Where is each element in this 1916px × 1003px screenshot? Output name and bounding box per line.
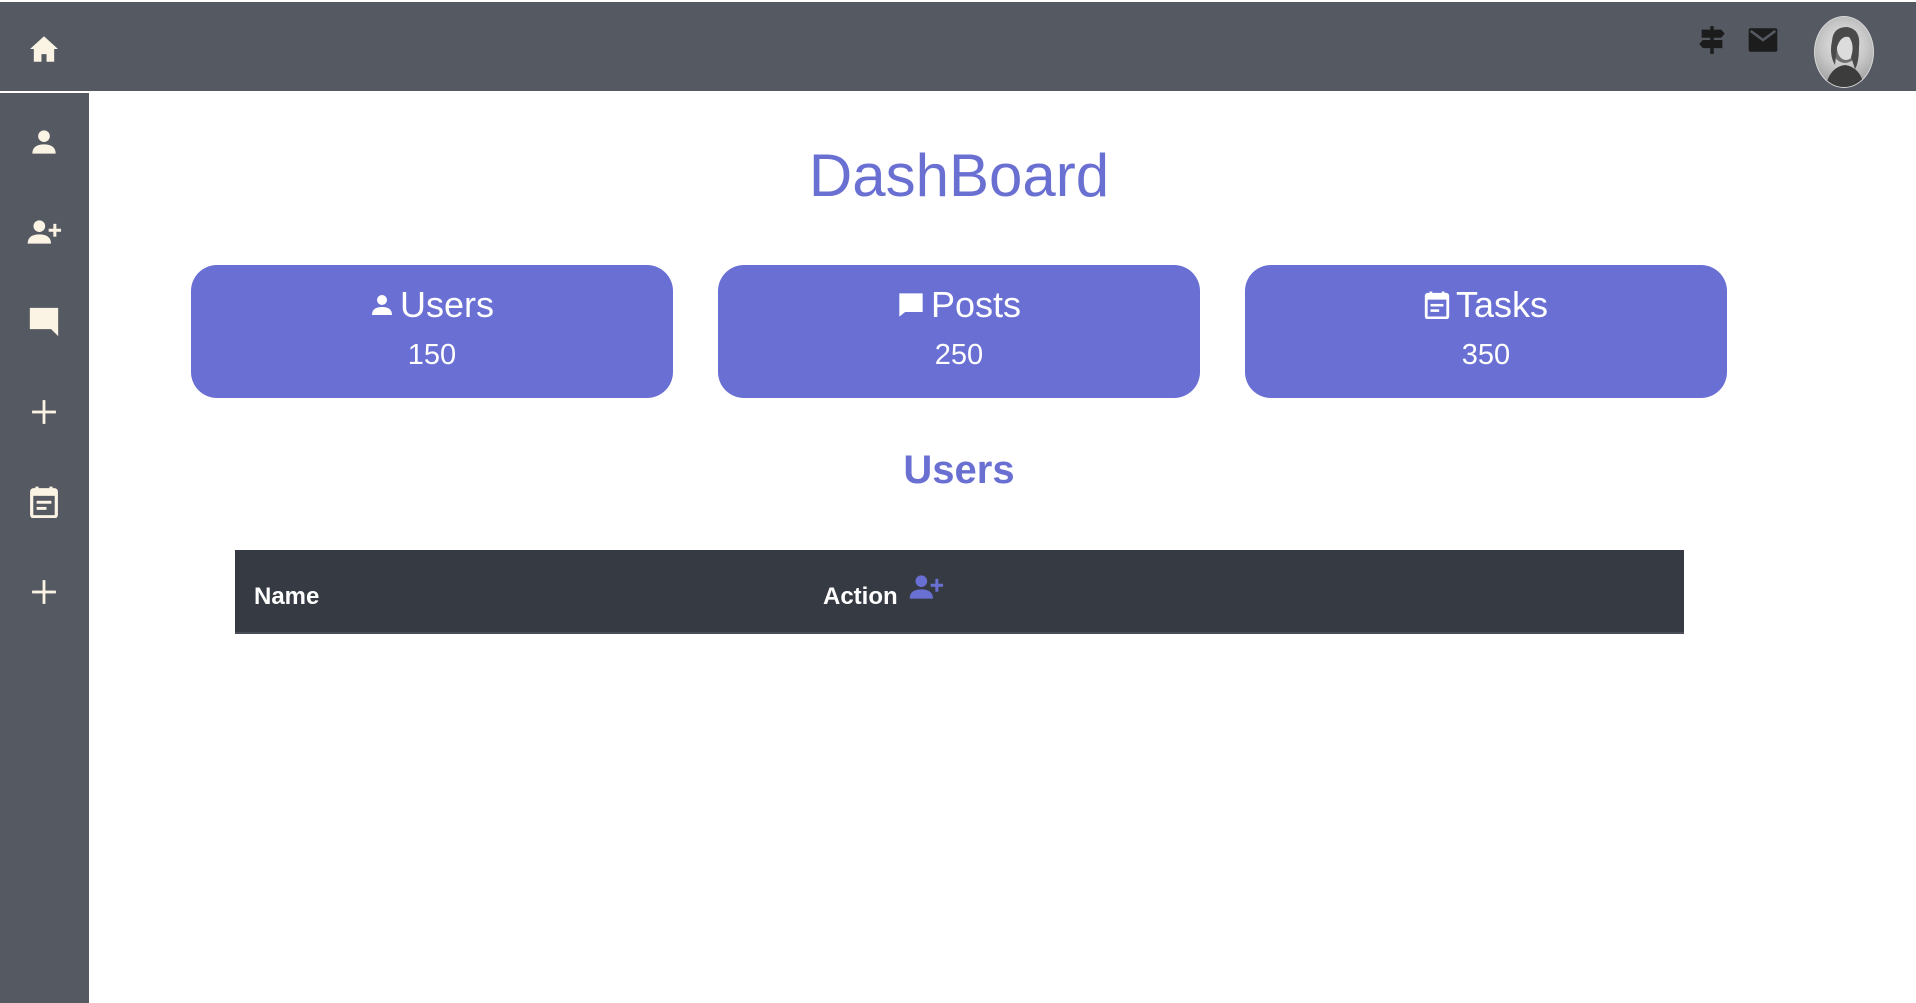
- users-section-title: Users: [903, 448, 1015, 492]
- sidebar-item-add-post[interactable]: [22, 392, 66, 432]
- home-icon: [30, 36, 58, 62]
- avatar-image: [1825, 27, 1865, 87]
- column-header-action: Action: [823, 583, 898, 610]
- sidebar-item-users[interactable]: [22, 122, 66, 162]
- signpost-button[interactable]: [1694, 24, 1730, 56]
- signpost-icon: [1699, 26, 1725, 54]
- mail-button[interactable]: [1745, 24, 1781, 56]
- comment-icon: [899, 293, 923, 317]
- person-icon: [371, 295, 392, 315]
- person-add-icon: [909, 575, 944, 599]
- page-title: DashBoard: [808, 142, 1110, 209]
- users-table-header: Name Action: [235, 550, 1684, 634]
- plus-icon: [32, 580, 56, 604]
- column-header-name: Name: [254, 583, 320, 610]
- sidebar-item-tasks[interactable]: [22, 482, 66, 522]
- comment-icon: [29, 307, 59, 337]
- sidebar: [0, 93, 89, 1003]
- card-label: Tasks: [1455, 284, 1549, 325]
- user-avatar[interactable]: [1814, 16, 1874, 88]
- tasks-card[interactable]: Tasks 350: [1245, 265, 1727, 398]
- sidebar-item-posts[interactable]: [22, 302, 66, 342]
- event-note-icon: [1424, 291, 1450, 319]
- event-note-icon: [30, 486, 58, 518]
- card-header: Users: [191, 283, 673, 327]
- card-header: Posts: [718, 283, 1200, 327]
- sidebar-item-add-user[interactable]: [22, 212, 66, 252]
- card-value: 250: [934, 339, 984, 371]
- add-user-button[interactable]: [907, 572, 945, 602]
- plus-icon: [32, 400, 56, 424]
- home-button[interactable]: [27, 35, 61, 63]
- card-value: 150: [407, 339, 457, 371]
- card-label: Posts: [930, 284, 1022, 325]
- top-bar: [0, 2, 1916, 91]
- person-icon: [32, 130, 56, 154]
- card-value: 350: [1461, 339, 1511, 371]
- sidebar-item-add-task[interactable]: [22, 572, 66, 612]
- person-add-icon: [27, 220, 62, 244]
- card-header: Tasks: [1245, 283, 1727, 327]
- users-card[interactable]: Users 150: [191, 265, 673, 398]
- posts-card[interactable]: Posts 250: [718, 265, 1200, 398]
- mail-icon: [1748, 28, 1778, 52]
- card-label: Users: [399, 284, 494, 325]
